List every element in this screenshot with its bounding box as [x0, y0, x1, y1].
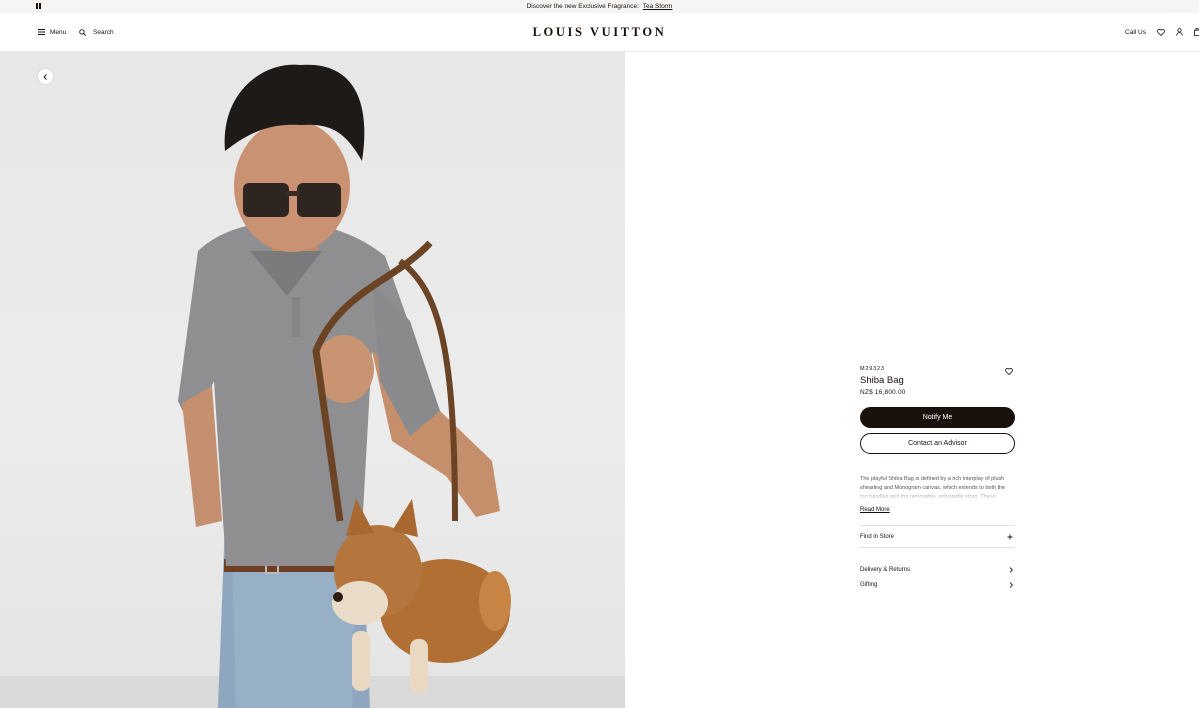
call-us-link[interactable]: Call Us	[1125, 29, 1146, 36]
menu-label: Menu	[50, 28, 67, 36]
chevron-left-icon	[43, 73, 48, 80]
search-label: Search	[93, 28, 114, 36]
announcement-link[interactable]: Tea Storm	[643, 3, 673, 10]
wishlist-icon[interactable]	[1157, 28, 1165, 36]
product-panel: M29323 Shiba Bag NZ$ 16,800.00 Notify Me…	[860, 366, 1015, 588]
find-in-store-label: Find in Store	[860, 534, 895, 540]
product-sku: M29323	[860, 366, 885, 372]
product-gallery[interactable]	[0, 51, 625, 708]
chevron-right-icon	[1009, 582, 1013, 588]
find-in-store-row[interactable]: Find in Store	[860, 531, 1015, 543]
delivery-returns-label: Delivery & Returns	[860, 567, 911, 573]
product-photo	[178, 64, 511, 708]
notify-me-button[interactable]: Notify Me	[860, 407, 1015, 428]
announcement-text: Discover the new Exclusive Fragrance:	[526, 3, 639, 10]
gifting-row[interactable]: Gifting	[860, 579, 1015, 591]
pause-icon[interactable]	[36, 3, 42, 10]
menu-button[interactable]: Menu	[38, 13, 66, 51]
announcement-bar: Discover the new Exclusive Fragrance: Te…	[0, 0, 1199, 13]
chevron-right-icon	[1009, 567, 1013, 573]
delivery-returns-row[interactable]: Delivery & Returns	[860, 564, 1015, 576]
search-button[interactable]: Search	[79, 13, 114, 51]
bag-icon[interactable]	[1194, 28, 1199, 36]
gifting-label: Gifting	[860, 582, 878, 588]
product-price: NZ$ 16,800.00	[860, 389, 906, 396]
divider	[860, 525, 1015, 526]
header-actions: Call Us	[1125, 13, 1199, 51]
gallery-prev-button[interactable]	[38, 69, 53, 84]
product-title: Shiba Bag	[860, 375, 904, 386]
site-header: Menu Search LOUIS VUITTON Call Us	[0, 13, 1199, 52]
brand-logo[interactable]: LOUIS VUITTON	[533, 25, 667, 39]
search-icon	[79, 28, 86, 36]
plus-icon	[1007, 534, 1013, 540]
heart-icon[interactable]	[1005, 368, 1013, 375]
divider	[860, 547, 1015, 548]
contact-advisor-button[interactable]: Contact an Advisor	[860, 433, 1015, 454]
menu-icon	[38, 29, 45, 35]
account-icon[interactable]	[1176, 28, 1183, 36]
product-description: The playful Shiba Bag is defined by a ri…	[860, 475, 1012, 501]
read-more-link[interactable]: Read More	[860, 507, 890, 513]
